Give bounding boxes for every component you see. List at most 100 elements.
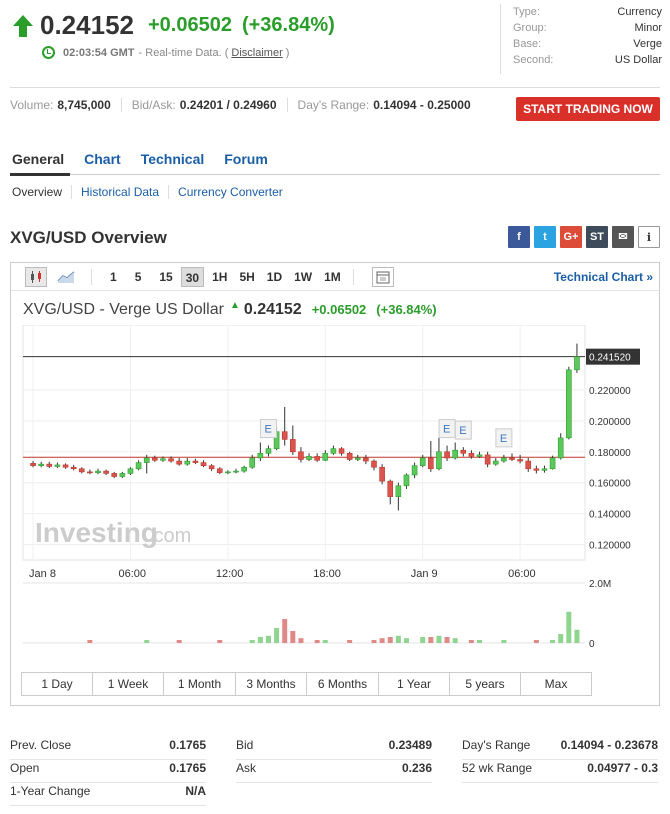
interval-30[interactable]: 30 (180, 266, 205, 287)
candlestick-icon[interactable] (25, 266, 47, 287)
technical-chart-link[interactable]: Technical Chart » (554, 270, 653, 284)
candle-body (549, 457, 556, 470)
twitter-icon[interactable]: t (534, 226, 556, 248)
facebook-icon[interactable]: f (508, 226, 530, 248)
info-icon[interactable]: i (638, 226, 660, 248)
candle-body (30, 463, 36, 466)
tab-forum[interactable]: Forum (224, 151, 268, 167)
candle-body (184, 460, 191, 465)
disclaimer-link[interactable]: Disclaimer (231, 47, 282, 59)
stat-key: Open (10, 761, 40, 775)
interval-5h[interactable]: 5H (235, 267, 258, 287)
x-tick-label: Jan 9 (411, 568, 438, 580)
volume-bar (265, 635, 271, 643)
stocktwits-icon[interactable]: ST (586, 226, 608, 248)
meta-row: Type: Currency (513, 4, 662, 20)
email-icon[interactable]: ✉ (612, 226, 634, 248)
interval-1w[interactable]: 1W (290, 267, 316, 287)
range-1-year[interactable]: 1 Year (379, 673, 450, 695)
candle-body (233, 470, 239, 473)
stat-row: 1-Year Change N/A (10, 783, 206, 806)
range-max[interactable]: Max (521, 673, 591, 695)
volume-bar (176, 640, 182, 643)
event-marker-label: E (500, 433, 507, 445)
candle-body (38, 463, 44, 466)
stat-value: 0.14094 - 0.23678 (560, 738, 658, 752)
subtab-overview[interactable]: Overview (12, 185, 62, 199)
candle-body (111, 473, 118, 477)
tab-technical[interactable]: Technical (141, 151, 205, 167)
candle-body (403, 474, 410, 487)
divider (352, 268, 354, 285)
subtab-currency-converter[interactable]: Currency Converter (178, 185, 283, 199)
range-1-week[interactable]: 1 Week (93, 673, 164, 695)
clock-icon (42, 46, 55, 59)
candle-body (298, 451, 304, 460)
volume-bar (403, 638, 409, 643)
range-1-month[interactable]: 1 Month (164, 673, 236, 695)
meta-value: Minor (634, 22, 662, 34)
interval-1[interactable]: 1 (106, 267, 121, 287)
candle-body (517, 459, 523, 462)
stat-row: Day's Range 0.14094 - 0.23678 (462, 737, 658, 760)
candle-body (468, 453, 475, 457)
subtab-historical-data[interactable]: Historical Data (81, 185, 159, 199)
days-range-value: 0.14094 - 0.25000 (373, 98, 471, 112)
candle-body (354, 457, 361, 460)
volume-bar (387, 637, 393, 643)
candle-body (46, 463, 53, 467)
quote-time: 02:03:54 GMT - Real-time Data. ( Disclai… (42, 46, 289, 59)
chart-toolbar: 1 5 15 30 1H 5H 1D 1W 1M Technical Chart… (11, 263, 659, 291)
candle-body (176, 460, 182, 465)
candle-body (363, 457, 369, 462)
interval-1h[interactable]: 1H (208, 267, 231, 287)
candle-body (225, 471, 231, 474)
interval-15[interactable]: 15 (155, 267, 176, 287)
stat-value: 0.1765 (169, 738, 206, 752)
stat-key: Day's Range (462, 738, 531, 752)
candle-body (314, 456, 320, 461)
stat-key: 1-Year Change (10, 784, 91, 798)
range-3-months[interactable]: 3 Months (236, 673, 307, 695)
calendar-icon[interactable] (371, 266, 394, 287)
volume-bar (452, 638, 458, 643)
start-trading-button[interactable]: START TRADING NOW (516, 97, 660, 121)
stat-row: Open 0.1765 (10, 760, 206, 783)
candle-body (143, 457, 150, 463)
candle-body (160, 458, 166, 461)
interval-5[interactable]: 5 (131, 267, 146, 287)
interval-1m[interactable]: 1M (320, 267, 345, 287)
interval-1d[interactable]: 1D (263, 267, 286, 287)
candle-body (87, 471, 93, 474)
event-marker-label: E (443, 424, 450, 436)
google-plus-icon[interactable]: G+ (560, 226, 582, 248)
stats-bar: Volume: 8,745,000 Bid/Ask: 0.24201 / 0.2… (10, 98, 471, 112)
last-price: 0.24152 (40, 10, 134, 40)
candlestick-chart[interactable]: 0.220000 0.200000 0.180000 0.160000 0.140000… (11, 325, 659, 665)
candle-body (152, 457, 158, 461)
divider (286, 98, 288, 112)
volume-tick-label: 2.0M (589, 579, 611, 590)
divider (10, 174, 660, 175)
x-tick-label: Jan 8 (29, 568, 56, 580)
candle-body (346, 453, 353, 460)
range-5-years[interactable]: 5 years (450, 673, 521, 695)
volume-bar (533, 640, 539, 643)
tab-chart[interactable]: Chart (84, 151, 121, 167)
y-tick-label: 0.140000 (589, 510, 631, 521)
stat-row: Prev. Close 0.1765 (10, 737, 206, 760)
chart-header: XVG/USD - Verge US Dollar ▲ 0.24152 +0.0… (23, 300, 437, 319)
divider (168, 185, 170, 199)
candle-body (566, 369, 572, 439)
line-chart-icon[interactable] (55, 267, 77, 287)
range-1-day[interactable]: 1 Day (22, 673, 93, 695)
chart-change-pct: (+36.84%) (376, 302, 437, 317)
stat-key: Ask (236, 761, 257, 775)
candle-body (436, 451, 442, 470)
up-arrow-icon (13, 14, 33, 37)
range-6-months[interactable]: 6 Months (307, 673, 379, 695)
tab-general[interactable]: General (12, 151, 64, 167)
candle-body (216, 468, 223, 473)
quote-time-close: ) (285, 46, 290, 59)
watermark-suffix: .com (148, 525, 191, 547)
